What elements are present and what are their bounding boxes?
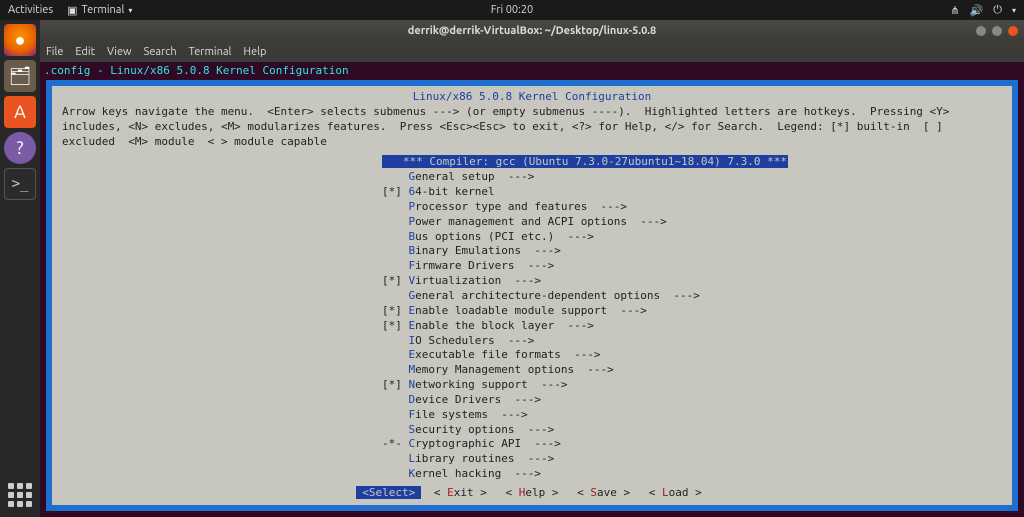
menuconfig-button[interactable]: < Save > <box>571 486 636 499</box>
window-minimize-icon[interactable] <box>976 26 986 36</box>
system-tray[interactable]: ⋔ 🔊 ⏻ ▾ <box>950 4 1016 17</box>
menuconfig-help-text: Arrow keys navigate the menu. <Enter> se… <box>62 105 1002 150</box>
menu-help[interactable]: Help <box>243 46 266 58</box>
menuconfig-button[interactable]: < Exit > <box>428 486 493 499</box>
menuconfig-item[interactable]: [*] Enable the block layer ---> <box>382 319 1002 334</box>
menu-search[interactable]: Search <box>144 46 177 58</box>
terminal-config-title: .config - Linux/x86 5.0.8 Kernel Configu… <box>40 62 1024 79</box>
menuconfig-item[interactable]: Processor type and features ---> <box>382 200 1002 215</box>
menuconfig-item[interactable]: Device Drivers ---> <box>382 393 1002 408</box>
window-close-icon[interactable] <box>1008 26 1018 36</box>
topbar-app-label: Terminal <box>82 4 125 16</box>
menuconfig-panel: Linux/x86 5.0.8 Kernel Configuration Arr… <box>52 86 1012 505</box>
menuconfig-item[interactable]: Binary Emulations ---> <box>382 244 1002 259</box>
dock-software[interactable]: A <box>4 96 36 128</box>
menuconfig-item[interactable]: Memory Management options ---> <box>382 363 1002 378</box>
clock[interactable]: Fri 00:20 <box>491 4 533 16</box>
terminal-window: derrik@derrik-VirtualBox: ~/Desktop/linu… <box>40 20 1024 517</box>
window-titlebar[interactable]: derrik@derrik-VirtualBox: ~/Desktop/linu… <box>40 20 1024 42</box>
menuconfig-item[interactable]: Power management and ACPI options ---> <box>382 215 1002 230</box>
chevron-down-icon: ▾ <box>128 6 132 15</box>
menuconfig-item[interactable]: File systems ---> <box>382 408 1002 423</box>
menuconfig-button[interactable]: <Select> <box>356 486 421 499</box>
terminal-area[interactable]: .config - Linux/x86 5.0.8 Kernel Configu… <box>40 62 1024 517</box>
menu-file[interactable]: File <box>46 46 63 58</box>
window-title: derrik@derrik-VirtualBox: ~/Desktop/linu… <box>408 25 656 37</box>
menuconfig-item[interactable]: *** Compiler: gcc (Ubuntu 7.3.0-27ubuntu… <box>382 155 788 170</box>
menuconfig-button[interactable]: < Load > <box>643 486 708 499</box>
menuconfig-item[interactable]: General setup ---> <box>382 170 1002 185</box>
menuconfig-button[interactable]: < Help > <box>500 486 565 499</box>
menu-view[interactable]: View <box>107 46 132 58</box>
menuconfig-item[interactable]: [*] Networking support ---> <box>382 378 1002 393</box>
menuconfig-item[interactable]: Firmware Drivers ---> <box>382 259 1002 274</box>
menuconfig-item[interactable]: [*] Enable loadable module support ---> <box>382 304 1002 319</box>
dock: ● 🗂 A ? >_ <box>0 20 40 517</box>
menuconfig-item[interactable]: Executable file formats ---> <box>382 348 1002 363</box>
menuconfig-item[interactable]: -*- Cryptographic API ---> <box>382 437 1002 452</box>
dock-files[interactable]: 🗂 <box>4 60 36 92</box>
topbar-app[interactable]: ▣ Terminal ▾ <box>67 4 132 17</box>
chevron-down-icon: ▾ <box>1012 6 1016 15</box>
dock-firefox[interactable]: ● <box>4 24 36 56</box>
menuconfig-item[interactable]: [*] 64-bit kernel <box>382 185 1002 200</box>
power-icon: ⏻ <box>993 4 1002 17</box>
menuconfig-item[interactable]: Security options ---> <box>382 423 1002 438</box>
menuconfig-list[interactable]: *** Compiler: gcc (Ubuntu 7.3.0-27ubuntu… <box>62 155 1002 482</box>
menuconfig-item[interactable]: General architecture-dependent options -… <box>382 289 1002 304</box>
window-maximize-icon[interactable] <box>992 26 1002 36</box>
menubar: File Edit View Search Terminal Help <box>40 42 1024 62</box>
menuconfig-item[interactable]: Bus options (PCI etc.) ---> <box>382 230 1002 245</box>
terminal-icon: ▣ <box>67 4 77 17</box>
gnome-topbar: Activities ▣ Terminal ▾ Fri 00:20 ⋔ 🔊 ⏻ … <box>0 0 1024 20</box>
dock-apps-grid[interactable] <box>6 481 34 509</box>
activities-button[interactable]: Activities <box>8 4 53 16</box>
menuconfig-item[interactable]: IO Schedulers ---> <box>382 334 1002 349</box>
menu-terminal[interactable]: Terminal <box>189 46 232 58</box>
menuconfig-frame: Linux/x86 5.0.8 Kernel Configuration Arr… <box>46 80 1018 511</box>
dock-help[interactable]: ? <box>4 132 36 164</box>
dock-terminal[interactable]: >_ <box>4 168 36 200</box>
menuconfig-item[interactable]: [*] Virtualization ---> <box>382 274 1002 289</box>
menu-edit[interactable]: Edit <box>75 46 95 58</box>
menuconfig-item[interactable]: Library routines ---> <box>382 452 1002 467</box>
volume-icon: 🔊 <box>970 4 984 17</box>
network-icon: ⋔ <box>950 4 959 17</box>
menuconfig-heading: Linux/x86 5.0.8 Kernel Configuration <box>62 90 1002 105</box>
menuconfig-item[interactable]: Kernel hacking ---> <box>382 467 1002 482</box>
menuconfig-button-bar: <Select> < Exit > < Help > < Save > < Lo… <box>62 482 1002 501</box>
